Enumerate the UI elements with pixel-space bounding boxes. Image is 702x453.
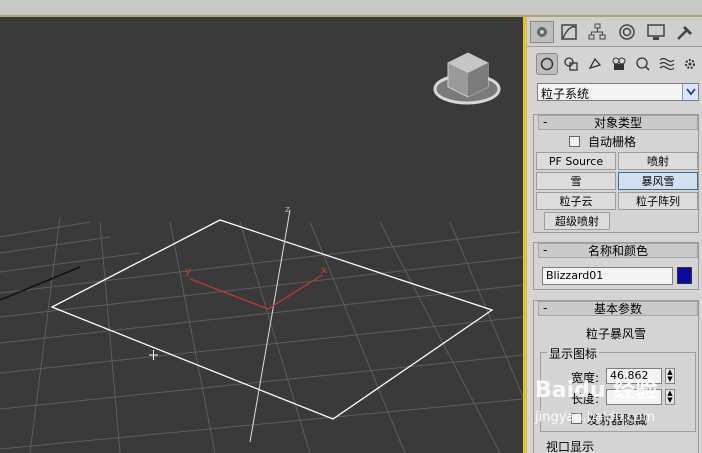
y-axis-label: y	[185, 266, 191, 277]
chevron-down-icon[interactable]	[682, 84, 698, 100]
command-panel-tabs	[527, 17, 702, 47]
systems-icon[interactable]	[679, 53, 701, 75]
parray-button[interactable]: 粒子阵列	[618, 192, 698, 210]
snow-button[interactable]: 雪	[536, 172, 616, 190]
emitter-hidden-label: 发射器隐藏	[587, 413, 648, 427]
lights-icon[interactable]	[584, 53, 606, 75]
z-axis-label: z	[285, 205, 290, 215]
grid-lines	[0, 216, 523, 453]
command-panel: 粒子系统 - 对象类型 自动栅格 PF Source 喷射 雪 暴风雪 粒子云 …	[527, 17, 702, 453]
cameras-icon[interactable]	[608, 53, 630, 75]
name-color-rollout-header[interactable]: - 名称和颜色	[538, 243, 698, 258]
length-spinner[interactable]: ▲ ▼	[665, 389, 675, 405]
spray-button[interactable]: 喷射	[618, 152, 698, 170]
blizzard-emitter-plane[interactable]	[50, 219, 494, 420]
pf-source-button[interactable]: PF Source	[536, 152, 616, 170]
viewcube-icon[interactable]	[433, 52, 501, 105]
title-bar	[0, 0, 702, 17]
length-field[interactable]	[606, 389, 662, 405]
crosshair-cursor-icon	[149, 350, 158, 360]
create-tab-icon[interactable]	[530, 21, 554, 43]
viewport-scene: z y x	[0, 52, 523, 453]
transform-gizmo[interactable]	[189, 274, 323, 310]
x-axis-label: x	[321, 265, 327, 276]
autogrid-label: 自动栅格	[588, 135, 637, 149]
object-color-swatch[interactable]	[677, 267, 692, 284]
blizzard-button[interactable]: 暴风雪	[618, 172, 698, 190]
name-color-title: 名称和颜色	[587, 244, 648, 258]
autogrid-checkbox[interactable]	[569, 136, 580, 147]
helpers-icon[interactable]	[632, 53, 654, 75]
length-label: 长度:	[571, 392, 600, 406]
basic-params-title: 基本参数	[593, 302, 642, 316]
object-type-title: 对象类型	[593, 116, 642, 130]
hierarchy-tab-icon[interactable]	[585, 21, 609, 43]
object-type-rollout-header[interactable]: - 对象类型	[538, 115, 698, 130]
super-spray-button[interactable]: 超级喷射	[544, 212, 610, 230]
display-icon-group-label: 显示图标	[547, 345, 600, 362]
viewport-display-group-label: 视口显示	[544, 438, 597, 453]
width-spinner[interactable]: ▲ ▼	[665, 368, 675, 384]
perspective-viewport[interactable]: z y x	[0, 17, 523, 453]
width-field[interactable]: 46.862	[606, 368, 662, 384]
category-dropdown[interactable]: 粒子系统	[537, 83, 699, 101]
blizzard-subtitle: 粒子暴风雪	[585, 327, 646, 341]
object-name-field[interactable]: Blizzard01	[542, 267, 673, 285]
category-dropdown-value: 粒子系统	[541, 87, 590, 101]
display-tab-icon[interactable]	[644, 21, 668, 43]
motion-tab-icon[interactable]	[615, 21, 639, 43]
width-label: 宽度:	[571, 371, 600, 385]
emitter-hidden-checkbox[interactable]	[571, 413, 582, 424]
shapes-icon[interactable]	[560, 53, 582, 75]
utilities-tab-icon[interactable]	[673, 21, 697, 43]
space-warps-icon[interactable]	[656, 53, 678, 75]
object-type-rollout: - 对象类型 自动栅格 PF Source 喷射 雪 暴风雪 粒子云 粒子阵列 …	[533, 114, 699, 233]
display-icon-group: 显示图标 宽度: 46.862 ▲ ▼ 长度: ▲ ▼ 发射器隐藏	[540, 345, 696, 432]
basic-parameters-rollout: - 基本参数 粒子暴风雪 显示图标 宽度: 46.862 ▲ ▼ 长度: ▲ ▼ 发…	[533, 300, 699, 453]
home-grid-axis	[0, 266, 81, 301]
create-category-tabs	[527, 51, 702, 77]
z-axis-line	[249, 209, 291, 443]
basic-params-rollout-header[interactable]: - 基本参数	[538, 301, 698, 316]
modify-tab-icon[interactable]	[557, 21, 581, 43]
geometry-icon[interactable]	[536, 53, 558, 75]
pcloud-button[interactable]: 粒子云	[536, 192, 616, 210]
name-color-rollout: - 名称和颜色 Blizzard01	[533, 242, 699, 290]
